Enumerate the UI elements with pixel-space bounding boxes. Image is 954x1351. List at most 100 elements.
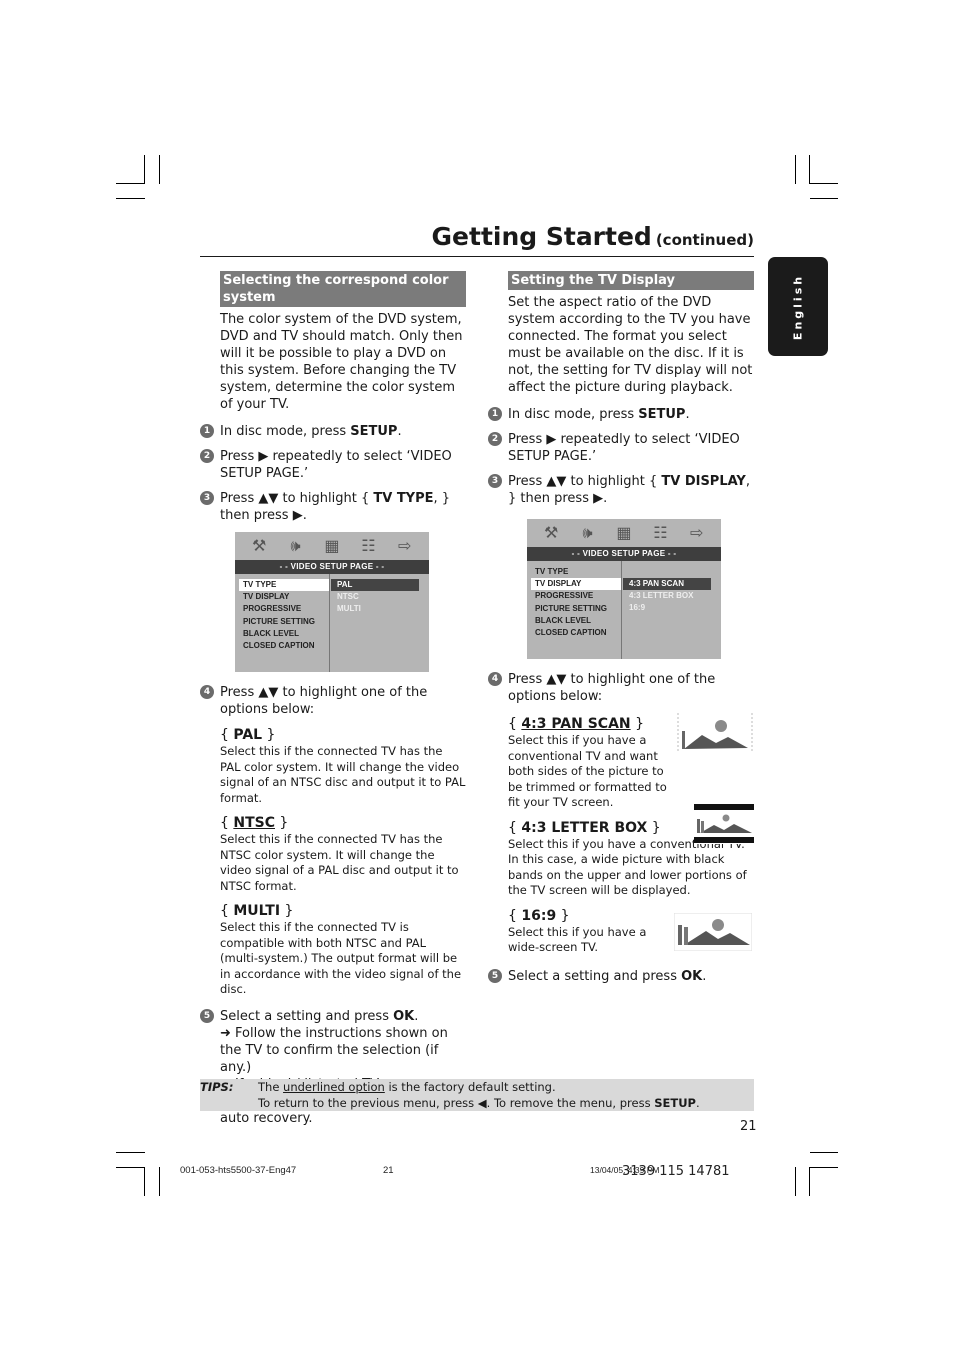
- option-ntsc: { NTSC } Select this if the connected TV…: [220, 814, 466, 894]
- page-title-text: Getting Started: [431, 222, 652, 251]
- step-number-icon: 4: [488, 672, 502, 686]
- option-pal: { PAL } Select this if the connected TV …: [220, 726, 466, 806]
- step-1: 1 In disc mode, press SETUP.: [488, 406, 754, 423]
- step-number-icon: 5: [488, 968, 502, 983]
- tips-text: The underlined option is the factory def…: [258, 1080, 700, 1111]
- step-4: 4 Press ▲▼ to highlight one of the optio…: [488, 671, 754, 705]
- step-text: Select a setting and press: [220, 1008, 394, 1024]
- step-key: OK: [681, 968, 703, 984]
- crop-mark: [116, 198, 145, 199]
- option-title: { PAL }: [220, 727, 276, 743]
- option-description: Select this if you have a conventional T…: [508, 733, 667, 809]
- step-number-icon: 1: [488, 407, 502, 421]
- osd-option-item: NTSC: [337, 592, 359, 602]
- letter-box-illustration: [694, 804, 754, 844]
- speaker-icon: 🕪: [290, 537, 301, 555]
- step-3: 3 Press ▲▼ to highlight { TV DISPLAY, } …: [488, 473, 754, 507]
- osd-divider: [621, 561, 622, 659]
- step-number-icon: 3: [488, 474, 502, 488]
- osd-menu-item: CLOSED CAPTION: [535, 628, 607, 638]
- tips-underlined: underlined option: [283, 1080, 385, 1094]
- preference-icon: ☷: [653, 524, 668, 542]
- title-rule: [200, 256, 754, 257]
- osd-menu-item: PROGRESSIVE: [535, 591, 594, 601]
- section-intro: Set the aspect ratio of the DVD system a…: [508, 295, 753, 395]
- osd-option-item: 4:3 LETTER BOX: [629, 591, 694, 601]
- tools-icon: ⚒: [252, 537, 267, 555]
- crop-mark: [809, 155, 810, 184]
- tips-line-1: The underlined option is the factory def…: [258, 1080, 700, 1096]
- option-label: 16:9: [521, 907, 557, 924]
- crop-mark: [116, 1152, 145, 1153]
- osd-header: - - VIDEO SETUP PAGE - -: [235, 560, 429, 574]
- step-3: 3 Press ▲▼ to highlight { TV TYPE, } the…: [200, 490, 466, 524]
- osd-menu-item: TV DISPLAY: [531, 578, 621, 591]
- step-key: OK: [393, 1008, 415, 1024]
- option-label-default: 4:3 PAN SCAN: [521, 716, 631, 732]
- section-heading: Setting the TV Display: [508, 271, 754, 290]
- option-description: Select this if the connected TV has the …: [220, 832, 459, 893]
- osd-menu-item: BLACK LEVEL: [535, 615, 591, 625]
- option-description: Select this if the connected TV is compa…: [220, 920, 462, 996]
- step-text: Press ▲▼ to highlight one of the options…: [508, 672, 716, 704]
- page-title: Getting Started (continued): [432, 222, 754, 251]
- crop-mark: [144, 155, 145, 184]
- step-text: Press ▲▼ to highlight one of the options…: [220, 685, 428, 717]
- step-4: 4 Press ▲▼ to highlight one of the optio…: [200, 684, 466, 718]
- crop-mark: [810, 198, 838, 199]
- page-title-continued: (continued): [655, 231, 754, 249]
- exit-icon: ⇨: [398, 537, 412, 555]
- step-text: Select a setting and press: [508, 968, 682, 984]
- footer-code: 3139 115 14781: [622, 1164, 730, 1179]
- option-title: { MULTI }: [220, 903, 294, 919]
- section-intro: The color system of the DVD system, DVD …: [220, 312, 463, 412]
- footer-file: 001-053-hts5500-37-Eng47: [180, 1165, 297, 1176]
- osd-option-item: 16:9: [629, 603, 646, 613]
- option-description: Select this if you have a wide-screen TV…: [508, 924, 647, 955]
- tips-label: TIPS:: [200, 1080, 234, 1094]
- step-text-end: .: [397, 424, 402, 439]
- osd-option-item: MULTI: [337, 604, 361, 614]
- option-label: MULTI: [233, 903, 281, 919]
- osd-icon-bar: ⚒ 🕪 ▦ ☷ ⇨: [527, 519, 721, 547]
- osd-menu-item: PICTURE SETTING: [535, 603, 608, 613]
- step-key: TV TYPE: [373, 491, 434, 506]
- step-2: 2 Press ▶ repeatedly to select ‘VIDEO SE…: [200, 448, 466, 482]
- tools-icon: ⚒: [544, 524, 559, 542]
- step-key: SETUP: [350, 424, 398, 439]
- osd-menu-item: BLACK LEVEL: [243, 628, 299, 638]
- osd-menu: TV TYPE TV DISPLAY PROGRESSIVE PICTURE SETT…: [239, 579, 329, 652]
- osd-menu-item: PICTURE SETTING: [243, 616, 316, 626]
- step-text-end: .: [685, 407, 690, 422]
- crop-mark: [144, 1167, 145, 1196]
- step-number-icon: 2: [200, 449, 214, 463]
- tips-box: TIPS: The underlined option is the facto…: [200, 1079, 754, 1111]
- step-number-icon: 2: [488, 432, 502, 446]
- crop-mark: [159, 1167, 160, 1196]
- osd-icon-bar: ⚒ 🕪 ▦ ☷ ⇨: [235, 532, 429, 560]
- option-description: Select this if the connected TV has the …: [220, 744, 466, 805]
- option-label-default: NTSC: [233, 815, 275, 831]
- step-key: TV DISPLAY: [661, 474, 746, 489]
- left-column: Selecting the correspond color system Th…: [200, 271, 466, 1127]
- option-description: Select this if you have a conventional T…: [508, 836, 747, 898]
- osd-menu-item: TV DISPLAY: [243, 592, 290, 602]
- speaker-icon: 🕪: [582, 524, 593, 542]
- widescreen-illustration: [674, 913, 752, 951]
- step-note: ➜ Follow the instructions shown on the T…: [220, 1025, 448, 1075]
- pan-scan-illustration: [676, 713, 754, 753]
- step-text: Press ▲▼ to highlight {: [220, 491, 374, 506]
- step-number-icon: 1: [200, 424, 214, 438]
- film-icon: ▦: [616, 524, 632, 542]
- step-number-icon: 3: [200, 491, 214, 505]
- tips-line-2: To return to the previous menu, press ◀.…: [258, 1096, 700, 1112]
- step-2: 2 Press ▶ repeatedly to select ‘VIDEO SE…: [488, 431, 754, 465]
- option-multi: { MULTI } Select this if the connected T…: [220, 902, 466, 998]
- step-1: 1 In disc mode, press SETUP.: [200, 423, 466, 440]
- exit-icon: ⇨: [690, 524, 704, 542]
- tips-text-part: To return to the previous menu, press ◀.…: [258, 1095, 655, 1110]
- osd-divider: [329, 574, 330, 672]
- step-text: In disc mode, press: [220, 424, 351, 439]
- step-text: In disc mode, press: [508, 407, 639, 422]
- crop-mark: [159, 155, 160, 184]
